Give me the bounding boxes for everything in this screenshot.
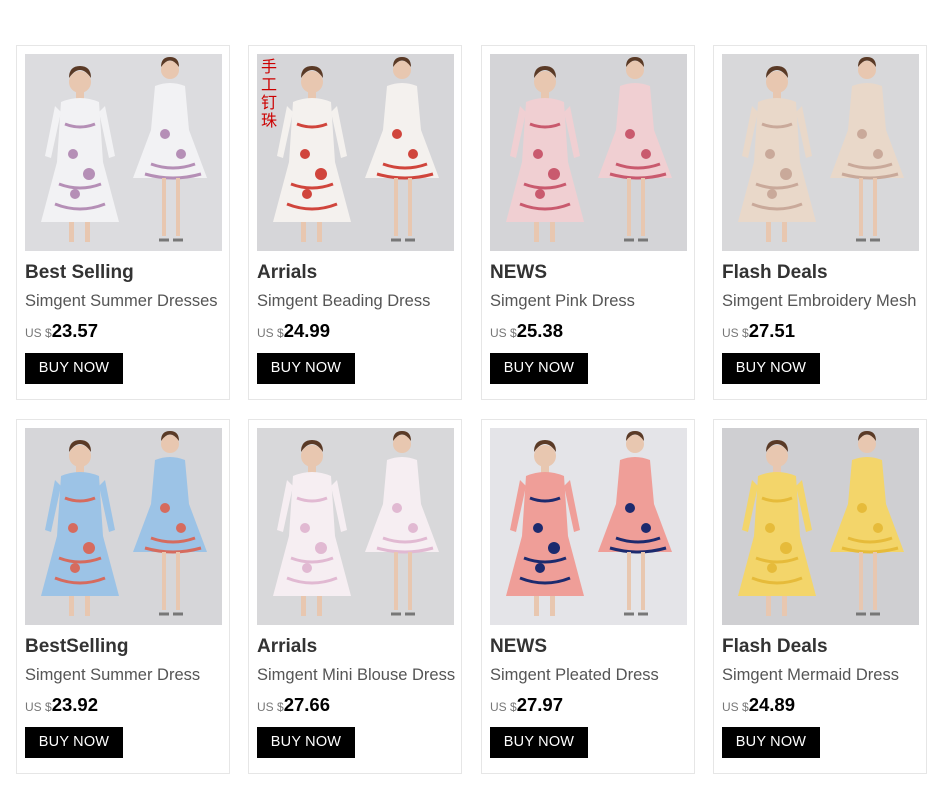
price-currency: US $ bbox=[722, 700, 749, 714]
buy-now-button[interactable]: BUY NOW bbox=[257, 727, 355, 758]
product-name[interactable]: Simgent Embroidery Mesh bbox=[722, 292, 916, 311]
price-amount: 24.89 bbox=[748, 694, 795, 715]
product-card[interactable]: 手工钉珠 Arrials Simgent Beading Dress US $24.9… bbox=[248, 45, 462, 400]
product-name[interactable]: Simgent Summer Dress bbox=[25, 666, 200, 685]
buy-now-button[interactable]: BUY NOW bbox=[25, 353, 123, 384]
product-image[interactable] bbox=[25, 428, 222, 625]
product-name[interactable]: Simgent Summer Dresses bbox=[25, 292, 218, 311]
price-currency: US $ bbox=[490, 700, 517, 714]
product-name[interactable]: Simgent Pleated Dress bbox=[490, 666, 659, 685]
product-image[interactable]: 手工钉珠 bbox=[257, 54, 454, 251]
product-card[interactable]: Arrials Simgent Mini Blouse Dress US $27.6… bbox=[248, 419, 462, 774]
product-name[interactable]: Simgent Mermaid Dress bbox=[722, 666, 899, 685]
price-currency: US $ bbox=[25, 326, 52, 340]
product-card[interactable]: Flash Deals Simgent Embroidery Mesh US $27… bbox=[713, 45, 927, 400]
overlay-text: 手工钉珠 bbox=[261, 57, 278, 130]
product-image[interactable] bbox=[490, 54, 687, 251]
product-image[interactable] bbox=[25, 54, 222, 251]
price-currency: US $ bbox=[25, 700, 52, 714]
price-currency: US $ bbox=[257, 326, 284, 340]
product-image[interactable] bbox=[722, 54, 919, 251]
product-image[interactable] bbox=[722, 428, 919, 625]
product-price: US $27.66 bbox=[257, 694, 330, 716]
product-price: US $25.38 bbox=[490, 320, 563, 342]
product-image[interactable] bbox=[490, 428, 687, 625]
product-price: US $23.92 bbox=[25, 694, 98, 716]
product-tag: Flash Deals bbox=[722, 636, 828, 657]
buy-now-button[interactable]: BUY NOW bbox=[490, 353, 588, 384]
product-name[interactable]: Simgent Beading Dress bbox=[257, 292, 430, 311]
buy-now-button[interactable]: BUY NOW bbox=[25, 727, 123, 758]
product-card[interactable]: Best Selling Simgent Summer Dresses US $23… bbox=[16, 45, 230, 400]
product-card[interactable]: BestSelling Simgent Summer Dress US $23.92… bbox=[16, 419, 230, 774]
product-name[interactable]: Simgent Mini Blouse Dress bbox=[257, 666, 455, 685]
product-card[interactable]: NEWS Simgent Pleated Dress US $27.97 BUY NO… bbox=[481, 419, 695, 774]
product-tag: Best Selling bbox=[25, 262, 134, 283]
price-amount: 25.38 bbox=[516, 320, 563, 341]
product-price: US $24.89 bbox=[722, 694, 795, 716]
price-currency: US $ bbox=[257, 700, 284, 714]
product-price: US $27.51 bbox=[722, 320, 795, 342]
product-tag: BestSelling bbox=[25, 636, 129, 657]
price-amount: 23.92 bbox=[51, 694, 98, 715]
product-price: US $27.97 bbox=[490, 694, 563, 716]
product-price: US $24.99 bbox=[257, 320, 330, 342]
price-amount: 23.57 bbox=[51, 320, 98, 341]
price-amount: 27.66 bbox=[283, 694, 330, 715]
product-tag: Arrials bbox=[257, 262, 318, 283]
product-tag: NEWS bbox=[490, 636, 547, 657]
product-name[interactable]: Simgent Pink Dress bbox=[490, 292, 635, 311]
product-tag: Flash Deals bbox=[722, 262, 828, 283]
buy-now-button[interactable]: BUY NOW bbox=[722, 353, 820, 384]
product-price: US $23.57 bbox=[25, 320, 98, 342]
product-tag: NEWS bbox=[490, 262, 547, 283]
product-card[interactable]: Flash Deals Simgent Mermaid Dress US $24.8… bbox=[713, 419, 927, 774]
buy-now-button[interactable]: BUY NOW bbox=[722, 727, 820, 758]
buy-now-button[interactable]: BUY NOW bbox=[490, 727, 588, 758]
price-amount: 24.99 bbox=[283, 320, 330, 341]
price-amount: 27.51 bbox=[748, 320, 795, 341]
buy-now-button[interactable]: BUY NOW bbox=[257, 353, 355, 384]
product-tag: Arrials bbox=[257, 636, 318, 657]
product-card[interactable]: NEWS Simgent Pink Dress US $25.38 BUY NOW bbox=[481, 45, 695, 400]
price-amount: 27.97 bbox=[516, 694, 563, 715]
product-image[interactable] bbox=[257, 428, 454, 625]
price-currency: US $ bbox=[490, 326, 517, 340]
price-currency: US $ bbox=[722, 326, 749, 340]
product-grid: Best Selling Simgent Summer Dresses US $23… bbox=[16, 45, 928, 775]
